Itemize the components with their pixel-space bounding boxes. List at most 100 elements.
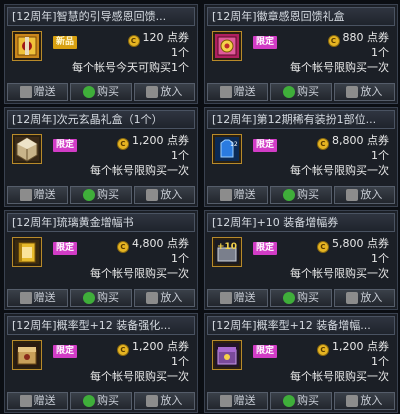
item-price: C 880 点券 <box>327 31 389 47</box>
item-tag-badge: 新品 <box>53 36 78 49</box>
gift-label: 赠送 <box>33 188 56 201</box>
cart-label: 放入 <box>360 85 383 98</box>
buy-label: 购买 <box>96 394 119 407</box>
cart-icon <box>146 292 159 304</box>
add-to-cart-button[interactable]: 放入 <box>333 289 395 307</box>
price-value: 4,800 <box>132 237 164 250</box>
gift-icon <box>19 189 32 201</box>
purchase-limit-text: 每个帐号限购买一次 <box>90 267 189 280</box>
shop-item-grid: [12周年]智慧的引导感恩回馈... 新品 C 120 点券 1个 每个帐号今天可… <box>4 4 398 413</box>
cart-icon <box>146 86 159 98</box>
svg-text:+10: +10 <box>217 242 237 252</box>
item-title[interactable]: [12周年]徽章感恩回馈礼盒 <box>207 7 395 26</box>
buy-button[interactable]: 购买 <box>270 83 332 101</box>
gift-label: 赠送 <box>33 85 56 98</box>
gift-button[interactable]: 赠送 <box>207 186 269 204</box>
gift-button[interactable]: 赠送 <box>7 83 69 101</box>
add-to-cart-button[interactable]: 放入 <box>333 186 395 204</box>
add-to-cart-button[interactable]: 放入 <box>133 186 195 204</box>
buy-button[interactable]: 购买 <box>70 83 132 101</box>
item-title[interactable]: [12周年]次元玄晶礼盒（1个） <box>7 110 195 129</box>
gift-icon <box>19 292 32 304</box>
item-price: C 1,200 点券 <box>317 340 389 356</box>
add-to-cart-button[interactable]: 放入 <box>133 289 195 307</box>
buy-button[interactable]: 购买 <box>270 289 332 307</box>
currency-unit: 点券 <box>167 134 189 147</box>
item-actions: 赠送 购买 放入 <box>7 186 195 204</box>
item-title[interactable]: [12周年]琉璃黄金增幅书 <box>7 213 195 232</box>
gift-button[interactable]: 赠送 <box>7 289 69 307</box>
buy-icon <box>82 189 95 201</box>
buy-button[interactable]: 购买 <box>270 186 332 204</box>
enhance-box-icon[interactable] <box>12 340 42 370</box>
currency-unit: 点券 <box>367 134 389 147</box>
add-to-cart-button[interactable]: 放入 <box>133 83 195 101</box>
gift-button[interactable]: 赠送 <box>207 83 269 101</box>
buy-icon <box>82 395 95 407</box>
cart-label: 放入 <box>160 85 183 98</box>
gift-label: 赠送 <box>33 291 56 304</box>
item-price: C 1,200 点券 <box>117 340 189 356</box>
cart-label: 放入 <box>360 394 383 407</box>
crystal-box-icon[interactable] <box>12 134 42 164</box>
buy-label: 购买 <box>96 85 119 98</box>
currency-unit: 点券 <box>367 340 389 353</box>
item-title[interactable]: [12周年]+10 装备增幅券 <box>207 213 395 232</box>
item-quantity: 1个 <box>171 252 189 265</box>
coupon-coin-icon: C <box>127 35 140 47</box>
currency-unit: 点券 <box>167 31 189 44</box>
gift-label: 赠送 <box>233 85 256 98</box>
gift-button[interactable]: 赠送 <box>207 392 269 410</box>
buy-button[interactable]: 购买 <box>70 186 132 204</box>
gold-gift-box-icon[interactable] <box>12 31 42 61</box>
item-actions: 赠送 购买 放入 <box>207 83 395 101</box>
badge-gift-box-icon[interactable] <box>212 31 242 61</box>
item-title[interactable]: [12周年]概率型+12 装备强化... <box>7 316 195 335</box>
purchase-limit-text: 每个帐号限购买一次 <box>90 164 189 177</box>
add-to-cart-button[interactable]: 放入 <box>333 83 395 101</box>
item-price: C 8,800 点券 <box>317 134 389 150</box>
item-quantity: 1个 <box>371 252 389 265</box>
shop-item-card: [12周年]概率型+12 装备强化... 限定 C 1,200 点券 1个 每个帐… <box>4 313 198 413</box>
shop-item-card: [12周年]次元玄晶礼盒（1个） 限定 C 1,200 点券 1个 每个帐号限购买… <box>4 107 198 207</box>
avatar-outfit-icon[interactable]: 12 <box>212 134 242 164</box>
buy-button[interactable]: 购买 <box>70 289 132 307</box>
gift-button[interactable]: 赠送 <box>7 186 69 204</box>
buy-button[interactable]: 购买 <box>270 392 332 410</box>
item-tag-badge: 限定 <box>253 345 278 358</box>
buy-label: 购买 <box>296 291 319 304</box>
gift-button[interactable]: 赠送 <box>207 289 269 307</box>
item-price: C 1,200 点券 <box>117 134 189 150</box>
shop-item-card: [12周年]智慧的引导感恩回馈... 新品 C 120 点券 1个 每个帐号今天可… <box>4 4 198 104</box>
item-quantity: 1个 <box>371 46 389 59</box>
currency-unit: 点券 <box>167 237 189 250</box>
add-to-cart-button[interactable]: 放入 <box>333 392 395 410</box>
amplify-box-icon[interactable] <box>212 340 242 370</box>
item-title[interactable]: [12周年]概率型+12 装备增幅... <box>207 316 395 335</box>
gift-icon <box>219 86 232 98</box>
buy-button[interactable]: 购买 <box>70 392 132 410</box>
item-tag-badge: 限定 <box>53 139 78 152</box>
purchase-limit-text: 每个帐号限购买一次 <box>290 164 389 177</box>
shop-item-card: [12周年]+10 装备增幅券 +10 限定 C 5,800 点券 1个 每个帐号… <box>204 210 398 310</box>
purchase-limit-text: 每个帐号限购买一次 <box>290 370 389 383</box>
cart-icon <box>346 86 359 98</box>
add-to-cart-button[interactable]: 放入 <box>133 392 195 410</box>
item-title[interactable]: [12周年]第12期稀有装扮1部位... <box>207 110 395 129</box>
buy-icon <box>82 292 95 304</box>
plus10-ticket-icon[interactable]: +10 <box>212 237 242 267</box>
item-title[interactable]: [12周年]智慧的引导感恩回馈... <box>7 7 195 26</box>
purchase-limit-text: 每个帐号限购买一次 <box>90 370 189 383</box>
golden-book-icon[interactable] <box>12 237 42 267</box>
shop-item-card: [12周年]第12期稀有装扮1部位... 12 限定 C 8,800 点券 1个 … <box>204 107 398 207</box>
item-quantity: 1个 <box>171 355 189 368</box>
item-actions: 赠送 购买 放入 <box>7 289 195 307</box>
gift-button[interactable]: 赠送 <box>7 392 69 410</box>
currency-unit: 点券 <box>367 237 389 250</box>
item-price: C 5,800 点券 <box>317 237 389 253</box>
cart-icon <box>346 189 359 201</box>
item-actions: 赠送 购买 放入 <box>7 83 195 101</box>
buy-icon <box>282 189 295 201</box>
price-value: 1,200 <box>132 340 164 353</box>
purchase-limit-text: 每个帐号限购买一次 <box>290 267 389 280</box>
